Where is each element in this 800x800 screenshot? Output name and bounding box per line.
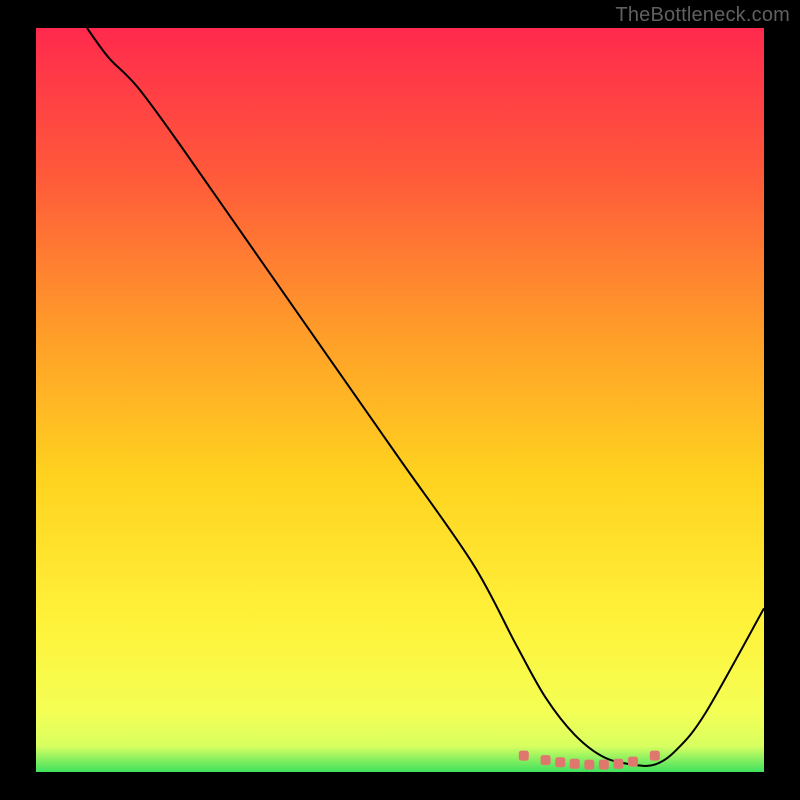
watermark-text: TheBottleneck.com	[615, 4, 790, 27]
marker-dot	[519, 751, 529, 761]
marker-dot	[555, 757, 565, 767]
bottleneck-chart	[0, 0, 800, 800]
chart-container: TheBottleneck.com	[0, 0, 800, 800]
plot-background	[36, 28, 764, 772]
marker-dot	[541, 755, 551, 765]
marker-dot	[628, 757, 638, 767]
marker-dot	[599, 760, 609, 770]
marker-dot	[650, 751, 660, 761]
marker-dot	[613, 759, 623, 769]
marker-dot	[570, 759, 580, 769]
marker-dot	[584, 760, 594, 770]
